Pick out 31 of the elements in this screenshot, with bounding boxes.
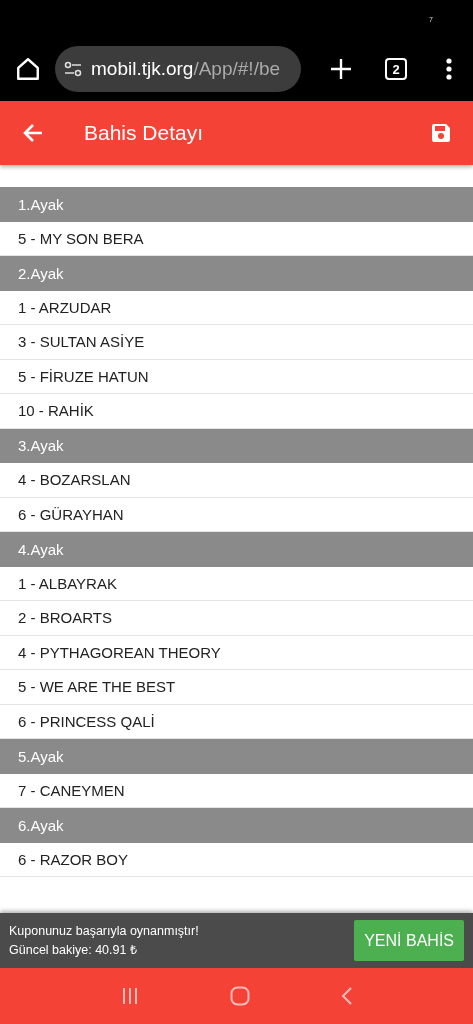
leg-header: 3.Ayak	[0, 428, 473, 463]
url-text: mobil.tjk.org/App/#!/be	[91, 58, 281, 80]
horse-row: 1 - ARZUDAR	[0, 290, 473, 325]
back-arrow-icon[interactable]	[22, 122, 44, 144]
plus-icon[interactable]	[329, 57, 353, 81]
leg-header: 1.Ayak	[0, 187, 473, 222]
horse-row: 5 - FİRUZE HATUN	[0, 359, 473, 394]
leg-header: 6.Ayak	[0, 808, 473, 843]
leg-header: 4.Ayak	[0, 532, 473, 567]
leg-header: 2.Ayak	[0, 256, 473, 291]
balance-text: Güncel bakiye: 40.91 ₺	[9, 941, 138, 958]
address-bar[interactable]: mobil.tjk.org/App/#!/be	[55, 46, 301, 92]
horse-row: 4 - PYTHAGOREAN THEORY	[0, 635, 473, 670]
home-icon[interactable]	[15, 56, 41, 82]
horse-row: 3 - SULTAN ASİYE	[0, 325, 473, 360]
site-settings-icon[interactable]	[63, 59, 83, 79]
leg-header: 5.Ayak	[0, 739, 473, 774]
horse-row: 2 - BROARTS	[0, 601, 473, 636]
page-title: Bahis Detayı	[84, 121, 205, 145]
horse-row: 6 - RAZOR BOY	[0, 842, 473, 877]
horse-row: 1 - ALBAYRAK	[0, 566, 473, 601]
save-icon[interactable]	[430, 122, 452, 144]
back-icon[interactable]	[340, 986, 353, 1006]
recent-apps-icon[interactable]	[120, 987, 139, 1005]
horse-row: 5 - WE ARE THE BEST	[0, 670, 473, 705]
snackbar-message: Kuponunuz başarıyla oynanmıştır!	[9, 923, 199, 938]
more-icon[interactable]	[445, 58, 453, 80]
horse-row: 10 - RAHİK	[0, 394, 473, 429]
horse-row: 4 - BOZARSLAN	[0, 463, 473, 498]
tab-count[interactable]: 2	[385, 58, 407, 80]
home-button-icon[interactable]	[229, 986, 250, 1006]
